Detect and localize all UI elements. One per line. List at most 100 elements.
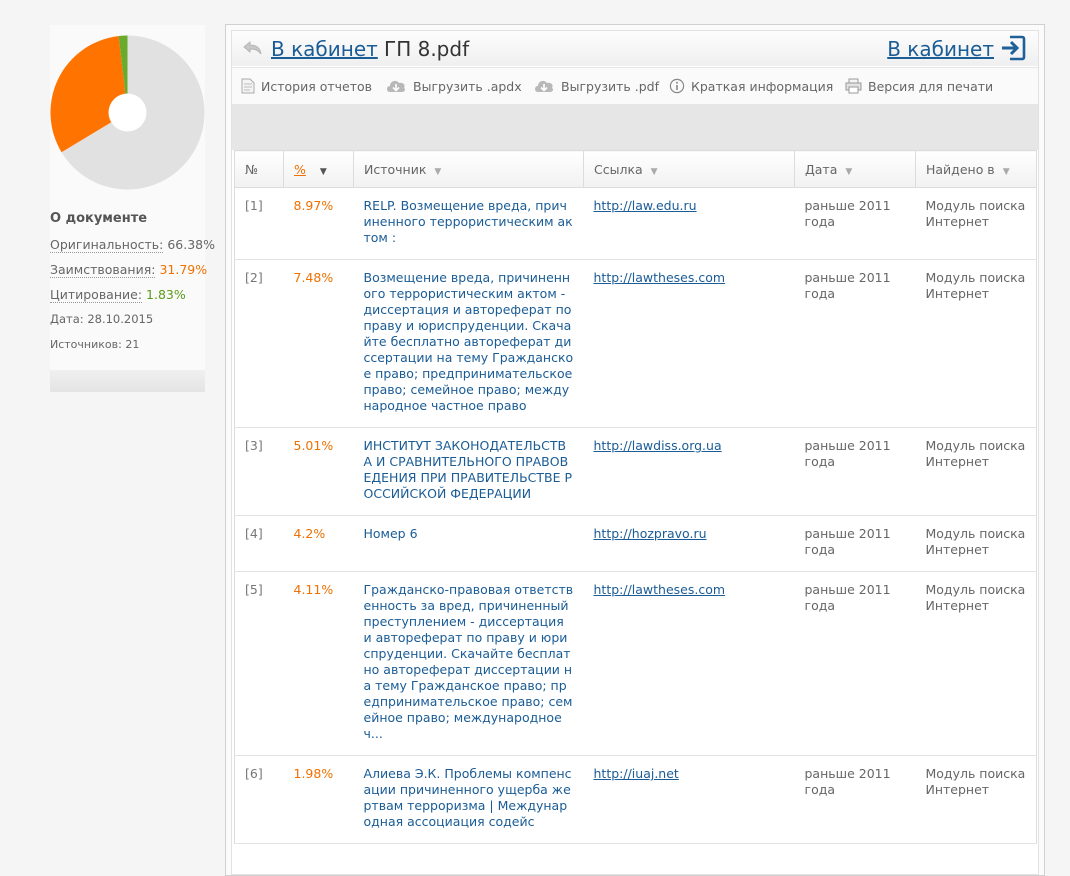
document-sidebar: О документе Оригинальность: 66.38% Заимс… — [50, 25, 215, 392]
row-source[interactable]: Номер 6 — [353, 515, 584, 572]
sort-icon: ▼ — [434, 166, 442, 177]
row-source[interactable]: Возмещение вреда, причиненного террорист… — [353, 259, 584, 428]
row-found: Модуль поиска Интернет — [915, 259, 1037, 428]
document-info-title: О документе — [50, 211, 148, 226]
row-source[interactable]: Гражданско-правовая ответственность за в… — [353, 571, 584, 756]
back-to-cabinet-link[interactable]: В кабинет — [271, 37, 378, 61]
row-number: [4] — [234, 515, 284, 572]
column-number[interactable]: № — [234, 150, 284, 188]
info-icon — [669, 78, 685, 94]
pie-chart — [50, 35, 205, 190]
row-link[interactable]: http://lawtheses.com — [594, 582, 726, 597]
printer-icon — [845, 78, 862, 94]
cloud-download-icon — [387, 80, 406, 92]
row-source[interactable]: Алиева Э.К. Проблемы компенсации причине… — [353, 755, 584, 844]
print-version-button[interactable]: Версия для печати — [845, 77, 993, 95]
column-link-label: Ссылка — [594, 161, 643, 177]
row-date: раньше 2011 года — [794, 259, 916, 428]
sources-table: № % ▼ Источник ▼ Ссылка ▼ Дата ▼ Найдено в ▼ … — [234, 150, 1037, 844]
row-link[interactable]: http://hozpravo.ru — [594, 526, 707, 541]
row-link[interactable]: http://lawdiss.org.ua — [594, 438, 722, 453]
row-date: раньше 2011 года — [794, 515, 916, 572]
sort-icon: ▼ — [650, 166, 658, 177]
row-link[interactable]: http://law.edu.ru — [594, 198, 697, 213]
enter-cabinet-icon[interactable] — [1000, 35, 1026, 61]
brief-info-button[interactable]: Краткая информация — [669, 77, 833, 95]
sources-label: Источников: — [50, 338, 122, 351]
row-percent: 5.01% — [283, 427, 354, 516]
row-number: [5] — [234, 571, 284, 756]
column-found-label: Найдено в — [926, 161, 995, 177]
citation-value: 1.83% — [146, 287, 186, 302]
sidebar-shadow — [50, 370, 205, 392]
cabinet-link[interactable]: В кабинет — [887, 37, 994, 61]
column-link[interactable]: Ссылка ▼ — [583, 150, 795, 188]
report-panel: В кабинет ГП 8.pdf В кабинет История отч… — [225, 24, 1045, 876]
row-number: [6] — [234, 755, 284, 844]
row-date: раньше 2011 года — [794, 427, 916, 516]
sort-icon: ▼ — [1002, 166, 1010, 177]
date-value: 28.10.2015 — [87, 312, 154, 326]
cloud-download-icon — [535, 80, 554, 92]
download-pdf-button[interactable]: Выгрузить .pdf — [533, 77, 659, 95]
citation-label[interactable]: Цитирование: — [50, 287, 143, 303]
row-number: [3] — [234, 427, 284, 516]
document-icon — [241, 78, 255, 94]
brief-info-label: Краткая информация — [691, 78, 834, 94]
table-row: [2] 7.48% Возмещение вреда, причиненного… — [234, 259, 1037, 428]
column-number-label: № — [245, 161, 259, 177]
sort-desc-icon: ▼ — [319, 166, 327, 177]
borrowing-row: Заимствования: 31.79% — [50, 261, 207, 286]
row-found: Модуль поиска Интернет — [915, 187, 1037, 260]
table-row: [3] 5.01% ИНСТИТУТ ЗАКОНОДАТЕЛЬСТВА И СР… — [234, 427, 1037, 516]
originality-row: Оригинальность: 66.38% — [50, 236, 215, 261]
row-percent: 4.2% — [283, 515, 354, 572]
file-name: ГП 8.pdf — [384, 37, 470, 61]
table-row: [5] 4.11% Гражданско-правовая ответствен… — [234, 571, 1037, 756]
row-found: Модуль поиска Интернет — [915, 571, 1037, 756]
report-panel-inner: В кабинет ГП 8.pdf В кабинет История отч… — [231, 30, 1039, 875]
sources-row: Источников: 21 — [50, 336, 205, 361]
pie-hole — [108, 93, 147, 132]
document-info: О документе Оригинальность: 66.38% Заимс… — [50, 211, 215, 361]
originality-value: 66.38% — [167, 237, 215, 252]
print-version-label: Версия для печати — [868, 78, 994, 94]
column-found[interactable]: Найдено в ▼ — [915, 150, 1037, 188]
table-header-row: № % ▼ Источник ▼ Ссылка ▼ Дата ▼ Найдено в ▼ — [234, 150, 1037, 188]
table-row: [6] 1.98% Алиева Э.К. Проблемы компенсац… — [234, 755, 1037, 844]
row-percent: 8.97% — [283, 187, 354, 260]
row-date: раньше 2011 года — [794, 755, 916, 844]
column-date[interactable]: Дата ▼ — [794, 150, 916, 188]
row-link[interactable]: http://iuaj.net — [594, 766, 679, 781]
borrowing-label[interactable]: Заимствования: — [50, 262, 156, 278]
row-percent: 7.48% — [283, 259, 354, 428]
citation-row: Цитирование: 1.83% — [50, 286, 205, 311]
back-arrow-icon[interactable] — [242, 39, 264, 57]
column-date-label: Дата — [805, 161, 838, 177]
row-number: [2] — [234, 259, 284, 428]
separator-band — [232, 104, 1038, 150]
row-found: Модуль поиска Интернет — [915, 427, 1037, 516]
row-source[interactable]: ИНСТИТУТ ЗАКОНОДАТЕЛЬСТВА И СРАВНИТЕЛЬНО… — [353, 427, 584, 516]
sort-icon: ▼ — [845, 166, 853, 177]
row-number: [1] — [234, 187, 284, 260]
date-label: Дата: — [50, 312, 84, 326]
row-percent: 4.11% — [283, 571, 354, 756]
table-row: [4] 4.2% Номер 6 http://hozpravo.ru рань… — [234, 515, 1037, 572]
row-found: Модуль поиска Интернет — [915, 515, 1037, 572]
history-button[interactable]: История отчетов — [241, 77, 372, 95]
column-percent[interactable]: % ▼ — [283, 150, 354, 188]
download-pdf-label: Выгрузить .pdf — [561, 78, 659, 94]
report-header: В кабинет ГП 8.pdf В кабинет — [232, 31, 1038, 66]
row-percent: 1.98% — [283, 755, 354, 844]
row-source[interactable]: RELP. Возмещение вреда, причиненного тер… — [353, 187, 584, 260]
column-source[interactable]: Источник ▼ — [353, 150, 584, 188]
row-link[interactable]: http://lawtheses.com — [594, 270, 726, 285]
originality-label[interactable]: Оригинальность: — [50, 237, 164, 253]
row-date: раньше 2011 года — [794, 187, 916, 260]
report-toolbar: История отчетов Выгрузить .apdx Выгрузит… — [232, 67, 1038, 104]
download-apdx-button[interactable]: Выгрузить .apdx — [385, 77, 522, 95]
column-source-label: Источник — [364, 161, 427, 177]
download-apdx-label: Выгрузить .apdx — [413, 78, 522, 94]
row-date: раньше 2011 года — [794, 571, 916, 756]
